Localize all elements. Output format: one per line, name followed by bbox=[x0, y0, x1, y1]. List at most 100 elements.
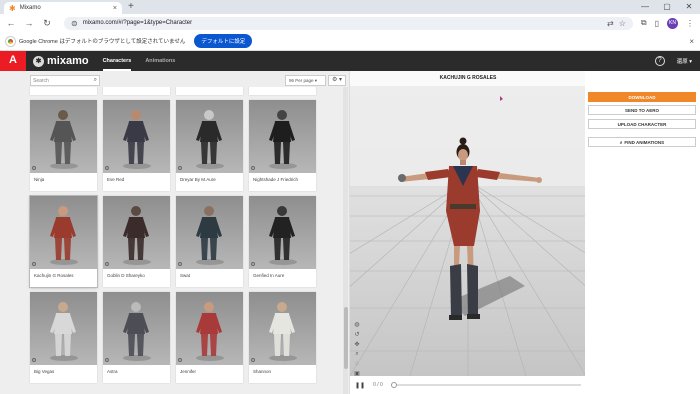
site-info-icon[interactable]: ⊜ bbox=[71, 19, 78, 28]
character-name: Kachujin G Rosales bbox=[34, 273, 74, 278]
character-thumbnail bbox=[30, 196, 97, 269]
character-thumbnail bbox=[103, 196, 170, 269]
search-input[interactable]: Search ⌕ bbox=[30, 75, 100, 86]
character-card[interactable]: Shannon bbox=[249, 292, 316, 383]
viewer-tools: ◍ ↺ ✥ ⌕ ◌ ▣ bbox=[353, 321, 361, 376]
character-card[interactable]: Amy bbox=[249, 87, 316, 95]
character-card[interactable]: Nightshade J Friedrich bbox=[249, 100, 316, 191]
character-name: Big Vegas bbox=[34, 369, 55, 374]
rig-status-icon bbox=[105, 262, 109, 266]
new-tab-icon[interactable]: + bbox=[128, 2, 134, 12]
character-name: Astra bbox=[107, 369, 118, 374]
forward-icon[interactable]: → bbox=[24, 18, 34, 28]
rig-status-icon bbox=[251, 166, 255, 170]
pan-icon[interactable]: ✥ bbox=[353, 341, 361, 348]
maximize-icon[interactable]: ▢ bbox=[656, 0, 678, 14]
tab-characters[interactable]: Characters bbox=[102, 51, 132, 71]
minimize-icon[interactable]: — bbox=[634, 0, 656, 14]
set-default-button[interactable]: デフォルトに設定 bbox=[194, 34, 253, 48]
character-card[interactable]: Abe bbox=[30, 87, 97, 95]
address-bar[interactable]: ⊜ mixamo.com/#/?page=1&type=Character ⇄ … bbox=[64, 16, 633, 30]
character-card[interactable]: Eve Red bbox=[103, 100, 170, 191]
character-name: Eve Red bbox=[107, 177, 125, 182]
rig-status-icon bbox=[105, 166, 109, 170]
settings-gear-button[interactable]: ⚙ ▾ bbox=[328, 75, 346, 86]
character-card[interactable]: Kachujin G Rosales bbox=[30, 196, 97, 287]
character-card[interactable]: Swat bbox=[176, 196, 243, 287]
character-card[interactable]: Goblin D Shareyko bbox=[103, 196, 170, 287]
character-thumbnail bbox=[30, 292, 97, 365]
character-thumbnail bbox=[176, 292, 243, 365]
character-name: Swat bbox=[180, 273, 191, 278]
timeline-slider[interactable] bbox=[390, 382, 581, 388]
character-name: Goblin D Shareyko bbox=[107, 273, 145, 278]
character-card[interactable]: Big Vegas bbox=[30, 292, 97, 383]
globe-icon[interactable]: ◍ bbox=[353, 321, 361, 328]
browser-tab-strip: ✱ Mixamo × + — ▢ ✕ bbox=[0, 0, 700, 14]
rig-status-icon bbox=[32, 166, 36, 170]
browser-tab[interactable]: ✱ Mixamo × bbox=[4, 2, 122, 14]
extensions-icon[interactable]: ⧉ bbox=[641, 18, 647, 28]
character-card[interactable]: Astra bbox=[103, 292, 170, 383]
window-close-icon[interactable]: ✕ bbox=[678, 0, 700, 14]
scrollbar-thumb[interactable] bbox=[344, 307, 348, 369]
more-menu-icon[interactable]: ⋮ bbox=[686, 19, 694, 28]
send-to-aero-button[interactable]: SEND TO AERO bbox=[588, 105, 696, 115]
character-card[interactable]: Genfied In Aure bbox=[249, 196, 316, 287]
character-thumbnail bbox=[103, 292, 170, 365]
brand-name: mixamo bbox=[47, 55, 89, 67]
reload-icon[interactable]: ↻ bbox=[42, 18, 52, 29]
user-menu[interactable]: 還原 ▾ bbox=[677, 57, 692, 65]
zoom-icon[interactable]: ⌕ bbox=[353, 351, 361, 358]
reset-view-icon[interactable]: ↺ bbox=[353, 331, 361, 338]
actions-panel: DOWNLOAD SEND TO AERO UPLOAD CHARACTER ⌕… bbox=[585, 71, 700, 394]
character-thumbnail bbox=[249, 196, 316, 269]
character-card[interactable]: Ninja bbox=[30, 100, 97, 191]
search-row: Search ⌕ 96 Per page ▾ ⚙ ▾ bbox=[30, 75, 350, 86]
character-thumbnail bbox=[176, 100, 243, 173]
viewport-3d[interactable]: ◍ ↺ ✥ ⌕ ◌ ▣ bbox=[350, 86, 586, 376]
help-icon[interactable]: ? bbox=[654, 56, 665, 66]
mixamo-logo-icon: ✱ bbox=[33, 55, 44, 67]
character-card[interactable]: Jennifer bbox=[176, 292, 243, 383]
back-icon[interactable]: ← bbox=[6, 18, 16, 28]
search-placeholder: Search bbox=[33, 77, 49, 84]
pause-icon[interactable]: ❚❚ bbox=[355, 382, 365, 389]
chrome-logo-icon bbox=[6, 36, 15, 46]
url-text[interactable]: mixamo.com/#/?page=1&type=Character bbox=[83, 20, 602, 26]
download-button[interactable]: DOWNLOAD bbox=[588, 92, 696, 102]
rig-status-icon bbox=[32, 358, 36, 362]
character-card[interactable]: Dreyar By M.Aure bbox=[176, 100, 243, 191]
timeline-handle[interactable] bbox=[390, 382, 397, 388]
close-tab-icon[interactable]: × bbox=[113, 5, 117, 12]
rig-status-icon bbox=[105, 358, 109, 362]
window-controls: — ▢ ✕ bbox=[634, 0, 700, 14]
search-icon: ⌕ bbox=[619, 139, 623, 145]
playback-bar: ❚❚ 0 / 0 bbox=[350, 376, 586, 394]
profile-avatar[interactable]: KN bbox=[667, 17, 678, 29]
adobe-logo[interactable]: A bbox=[0, 51, 26, 71]
side-panel-icon[interactable]: ▯ bbox=[655, 19, 659, 28]
find-animations-label: FIND ANIMATIONS bbox=[624, 139, 665, 145]
rig-status-icon bbox=[178, 262, 182, 266]
viewer-title: KACHUJIN G ROSALES bbox=[350, 71, 586, 86]
rig-status-icon bbox=[251, 358, 255, 362]
translate-icon[interactable]: ⇄ bbox=[607, 19, 614, 28]
character-card[interactable]: Aj bbox=[103, 87, 170, 95]
bookmark-star-icon[interactable]: ☆ bbox=[619, 19, 626, 28]
tab-animations[interactable]: Animations bbox=[145, 51, 175, 71]
character-thumbnail bbox=[30, 100, 97, 173]
character-browser: Search ⌕ 96 Per page ▾ ⚙ ▾ Abe Aj Alien So… bbox=[0, 71, 349, 394]
light-icon[interactable]: ◌ bbox=[353, 361, 361, 367]
infobar-close-icon[interactable]: × bbox=[689, 37, 694, 46]
character-thumbnail bbox=[103, 100, 170, 173]
default-browser-infobar: Google Chrome はデフォルトのブラウザとして設定されていません デフ… bbox=[0, 32, 700, 51]
mixamo-logo[interactable]: ✱ mixamo bbox=[33, 55, 89, 67]
per-page-select[interactable]: 96 Per page ▾ bbox=[285, 75, 326, 86]
character-name: Ninja bbox=[34, 177, 45, 182]
find-animations-button[interactable]: ⌕ FIND ANIMATIONS bbox=[588, 137, 696, 147]
character-card[interactable]: Alien Soldier bbox=[176, 87, 243, 95]
scene-render bbox=[350, 86, 586, 376]
upload-character-button[interactable]: UPLOAD CHARACTER bbox=[588, 119, 696, 129]
character-name: Shannon bbox=[253, 369, 272, 374]
